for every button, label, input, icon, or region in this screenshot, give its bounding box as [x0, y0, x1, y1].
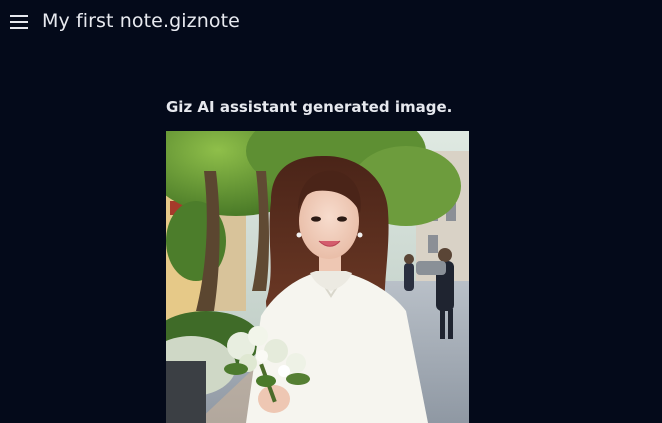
note-heading: Giz AI assistant generated image. [166, 98, 453, 116]
note-title: My first note.giznote [42, 10, 240, 32]
note-content: Giz AI assistant generated image. [166, 96, 586, 423]
hamburger-menu-icon[interactable] [9, 12, 31, 32]
generated-image[interactable] [166, 131, 469, 423]
top-bar: My first note.giznote [0, 0, 662, 44]
